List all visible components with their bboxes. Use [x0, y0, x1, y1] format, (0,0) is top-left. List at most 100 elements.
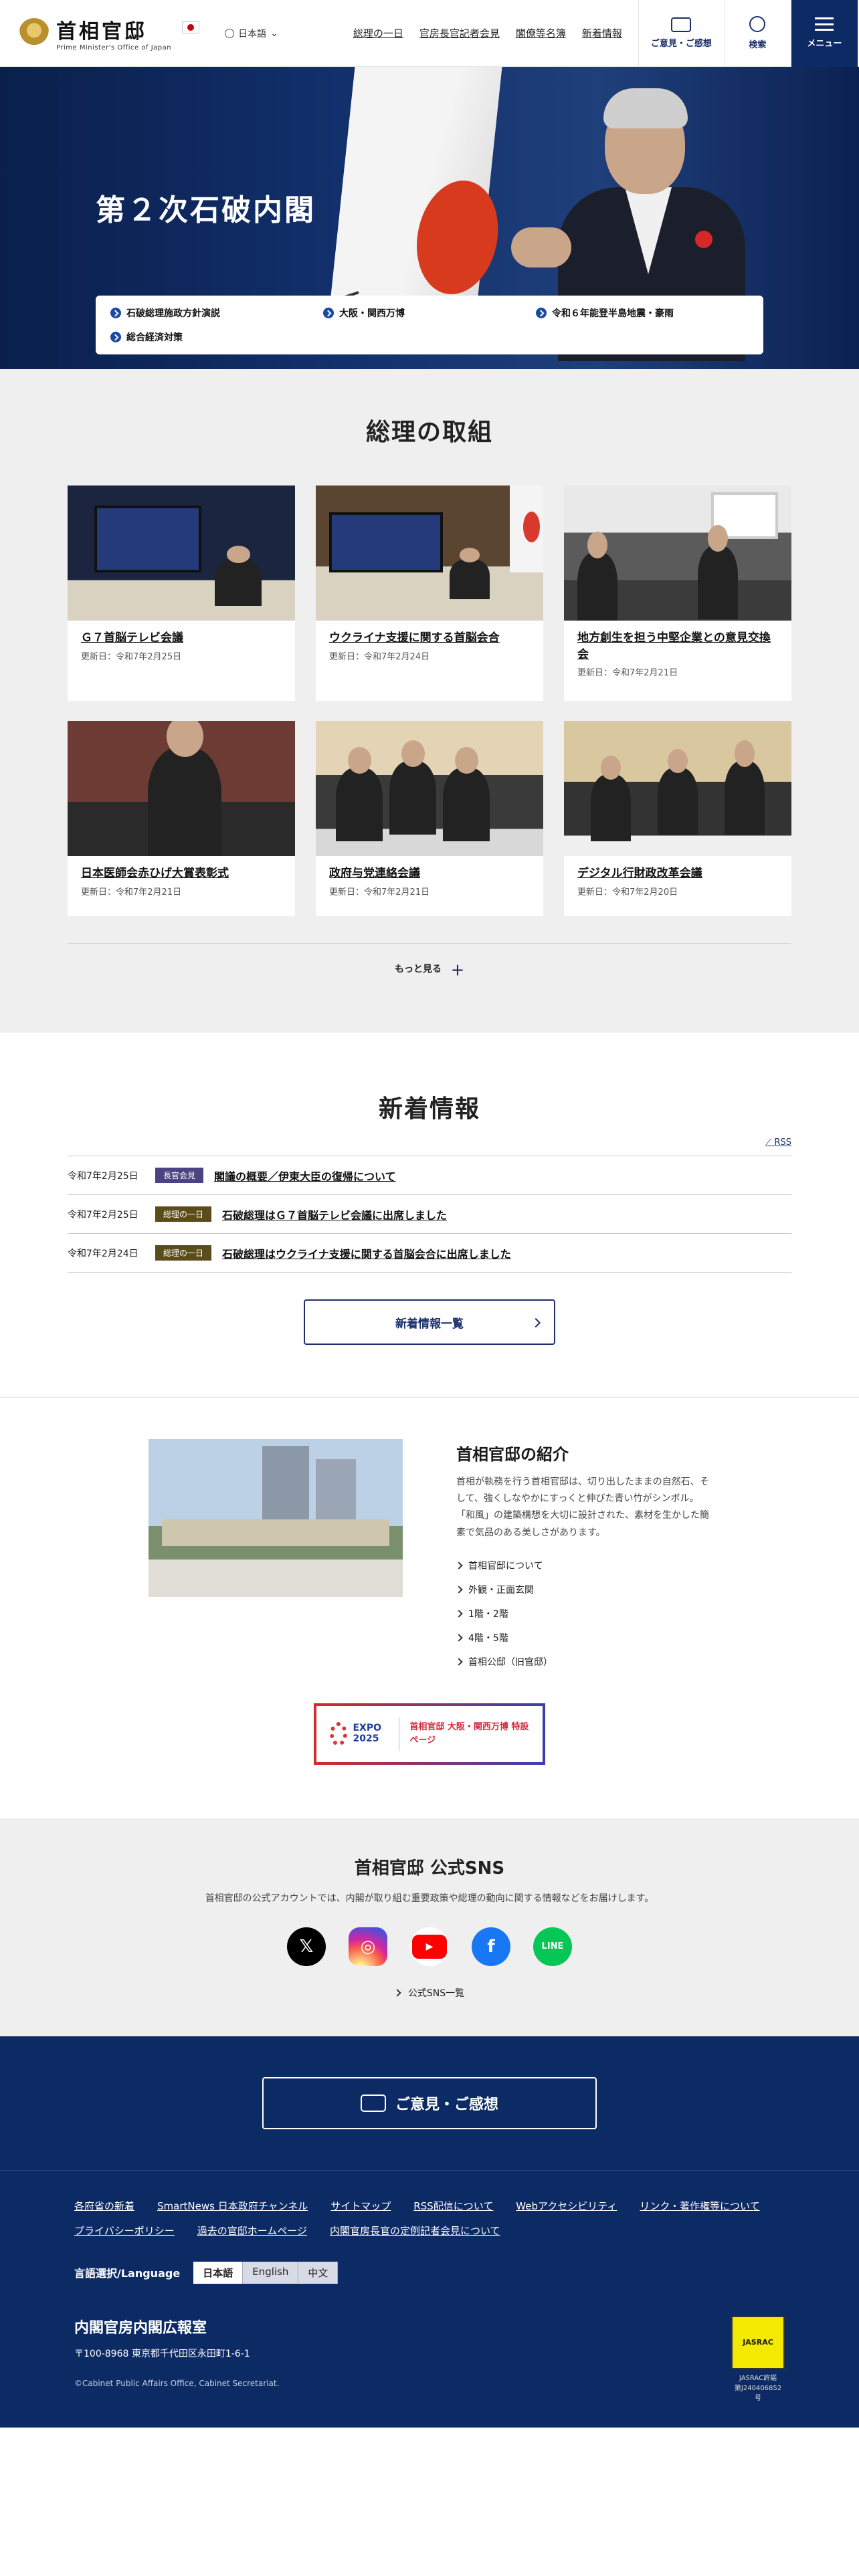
activity-card[interactable]: Ｇ７首脳テレビ会議 更新日：令和7年2月25日	[68, 486, 295, 701]
office-building-photo	[149, 1439, 403, 1597]
site-header: 首相官邸 Prime Minister's Office of Japan 日本…	[0, 0, 859, 67]
footer-address: 〒100-8968 東京都千代田区永田町1-6-1	[74, 2348, 250, 2359]
intro-link[interactable]: 外観・正面玄関	[455, 1578, 710, 1602]
activity-photo	[68, 721, 295, 856]
line-icon[interactable]: LINE	[533, 1927, 572, 1966]
intro-links: 首相官邸について 外観・正面玄関 1階・2階 4階・5階 首相公邸（旧官邸）	[455, 1553, 710, 1674]
chevron-right-icon	[531, 1317, 541, 1328]
header-feedback-label: ご意見・ご感想	[650, 39, 712, 49]
intro-link[interactable]: 首相官邸について	[455, 1553, 710, 1578]
language-selector[interactable]: 日本語 ⌄	[225, 27, 278, 40]
activity-photo	[316, 486, 543, 621]
card-title: ウクライナ支援に関する首脳会合	[329, 631, 500, 645]
news-title-link[interactable]: 閣議の概要／伊東大臣の復帰について	[214, 1168, 396, 1184]
hero-link-policy-speech[interactable]: 石破総理施政方針演説	[110, 305, 323, 321]
arrow-right-icon	[110, 308, 121, 318]
intro-link[interactable]: 1階・2階	[455, 1602, 710, 1626]
news-title-link[interactable]: 石破総理はウクライナ支援に関する首脳会合に出席しました	[222, 1245, 511, 1261]
footer-link[interactable]: SmartNews 日本政府チャンネル	[157, 2199, 308, 2213]
card-title: 地方創生を担う中堅企業との意見交換会	[577, 631, 771, 661]
sns-icon-list: 𝕏 ◎ ▶ f LINE	[0, 1927, 859, 1966]
news-list: 令和7年2月25日 長官会見 閣議の概要／伊東大臣の復帰について 令和7年2月2…	[68, 1156, 791, 1273]
chevron-right-icon	[455, 1634, 463, 1642]
footer-language-selector: 言語選択/Language 日本語 English 中文	[74, 2261, 785, 2284]
nav-cabinet-list[interactable]: 閣僚等名簿	[516, 26, 566, 40]
x-icon[interactable]: 𝕏	[287, 1927, 326, 1966]
sns-section: 首相官邸 公式SNS 首相官邸の公式アカウントでは、内閣が取り組む重要政策や総理…	[0, 1818, 859, 2036]
footer-org-name: 内閣官房内閣広報室	[74, 2319, 207, 2337]
news-category-badge: 長官会見	[155, 1168, 204, 1183]
header-menu-button[interactable]: メニュー	[790, 0, 858, 67]
lang-option-ja[interactable]: 日本語	[193, 2261, 244, 2284]
expo-banner-text: 首相官邸 大阪・関西万博 特設ページ	[409, 1722, 529, 1745]
news-date: 令和7年2月25日	[68, 1209, 138, 1220]
instagram-icon[interactable]: ◎	[349, 1927, 387, 1966]
card-title: 政府与党連絡会議	[329, 867, 420, 880]
activity-card[interactable]: 地方創生を担う中堅企業との意見交換会更新日：令和7年2月21日	[564, 486, 791, 701]
logo-subtitle: Prime Minister's Office of Japan	[56, 44, 172, 51]
jasrac-logo: JASRAC	[731, 2315, 785, 2369]
expo-banner[interactable]: EXPO 2025 首相官邸 大阪・関西万博 特設ページ	[314, 1703, 545, 1765]
news-item: 令和7年2月25日 総理の一日 石破総理はＧ７首脳テレビ会議に出席しました	[68, 1195, 791, 1234]
activity-card[interactable]: 日本医師会赤ひげ大賞表彰式 更新日：令和7年2月21日	[68, 721, 295, 916]
sns-title: 首相官邸 公式SNS	[354, 1858, 505, 1879]
office-intro-section: 首相官邸の紹介 首相が執務を行う首相官邸は、切り出したままの自然石、そして、強く…	[0, 1397, 859, 1818]
chevron-right-icon	[455, 1610, 463, 1618]
copyright: ©Cabinet Public Affairs Office, Cabinet …	[74, 2378, 280, 2388]
news-list-button[interactable]: 新着情報一覧	[304, 1299, 555, 1345]
youtube-icon[interactable]: ▶	[410, 1927, 449, 1966]
card-date: 更新日：令和7年2月21日	[329, 887, 430, 897]
activity-card[interactable]: ウクライナ支援に関する首脳会合 更新日：令和7年2月24日	[316, 486, 543, 701]
intro-link[interactable]: 首相公邸（旧官邸）	[455, 1650, 710, 1674]
feedback-button[interactable]: ご意見・ご感想	[262, 2076, 597, 2129]
nav-news[interactable]: 新着情報	[582, 26, 622, 40]
search-icon	[749, 16, 766, 32]
lang-option-zh[interactable]: 中文	[298, 2261, 339, 2284]
footer-link[interactable]: 各府省の新着	[74, 2199, 134, 2213]
header-search-button[interactable]: 検索	[723, 0, 791, 67]
nav-press-conference[interactable]: 官房長官記者会見	[419, 26, 500, 40]
footer-link[interactable]: リンク・著作権等について	[640, 2199, 759, 2213]
news-section: 新着情報 ⟋ RSS 令和7年2月25日 長官会見 閣議の概要／伊東大臣の復帰に…	[0, 1033, 859, 1397]
news-date: 令和7年2月24日	[68, 1248, 138, 1259]
card-date: 更新日：令和7年2月21日	[577, 668, 678, 679]
activity-card[interactable]: デジタル行財政改革会議 更新日：令和7年2月20日	[564, 721, 791, 916]
footer-link[interactable]: Webアクセシビリティ	[516, 2199, 617, 2213]
footer-link[interactable]: 過去の官邸ホームページ	[197, 2224, 307, 2238]
hero-link-noto-earthquake[interactable]: 令和６年能登半島地震・豪雨	[536, 305, 749, 321]
card-title: 日本医師会赤ひげ大賞表彰式	[81, 867, 229, 880]
nav-prime-minister-day[interactable]: 総理の一日	[353, 26, 403, 40]
arrow-right-icon	[323, 308, 334, 318]
rss-link[interactable]: ⟋ RSS	[68, 1138, 791, 1148]
more-button[interactable]: もっと見る ＋	[68, 943, 791, 979]
hamburger-icon	[815, 17, 834, 31]
language-label: 日本語	[238, 28, 267, 39]
japan-flag-icon	[182, 21, 200, 33]
sns-all-link[interactable]: 公式SNS一覧	[0, 1986, 859, 2000]
news-title-link[interactable]: 石破総理はＧ７首脳テレビ会議に出席しました	[222, 1206, 447, 1222]
chat-icon	[671, 17, 692, 32]
hero-link-expo[interactable]: 大阪・関西万博	[323, 305, 536, 321]
intro-link[interactable]: 4階・5階	[455, 1626, 710, 1650]
facebook-icon[interactable]: f	[472, 1927, 510, 1966]
chevron-right-icon	[455, 1586, 463, 1594]
lang-option-en[interactable]: English	[243, 2261, 299, 2284]
header-feedback-button[interactable]: ご意見・ご感想	[638, 0, 724, 67]
intro-title: 首相官邸の紹介	[456, 1445, 569, 1464]
news-category-badge: 総理の一日	[155, 1245, 212, 1261]
site-footer: 各府省の新着 SmartNews 日本政府チャンネル サイトマップ RSS配信に…	[0, 2169, 859, 2428]
header-menu-label: メニュー	[807, 39, 842, 49]
footer-link[interactable]: RSS配信について	[413, 2199, 493, 2213]
activity-card[interactable]: 政府与党連絡会議 更新日：令和7年2月21日	[316, 721, 543, 916]
card-date: 更新日：令和7年2月20日	[577, 887, 678, 897]
footer-link[interactable]: プライバシーポリシー	[74, 2224, 175, 2238]
more-label: もっと見る	[395, 964, 442, 975]
hero-link-economic-measures[interactable]: 総合経済対策	[110, 329, 323, 345]
footer-link[interactable]: サイトマップ	[330, 2199, 391, 2213]
activity-photo	[68, 486, 295, 621]
hero-title: 第２次石破内閣	[96, 193, 316, 227]
globe-icon	[225, 28, 235, 38]
site-logo[interactable]: 首相官邸 Prime Minister's Office of Japan	[19, 15, 200, 51]
footer-link[interactable]: 内閣官房長官の定例記者会見について	[330, 2224, 500, 2238]
section-title: 総理の取組	[365, 419, 493, 446]
